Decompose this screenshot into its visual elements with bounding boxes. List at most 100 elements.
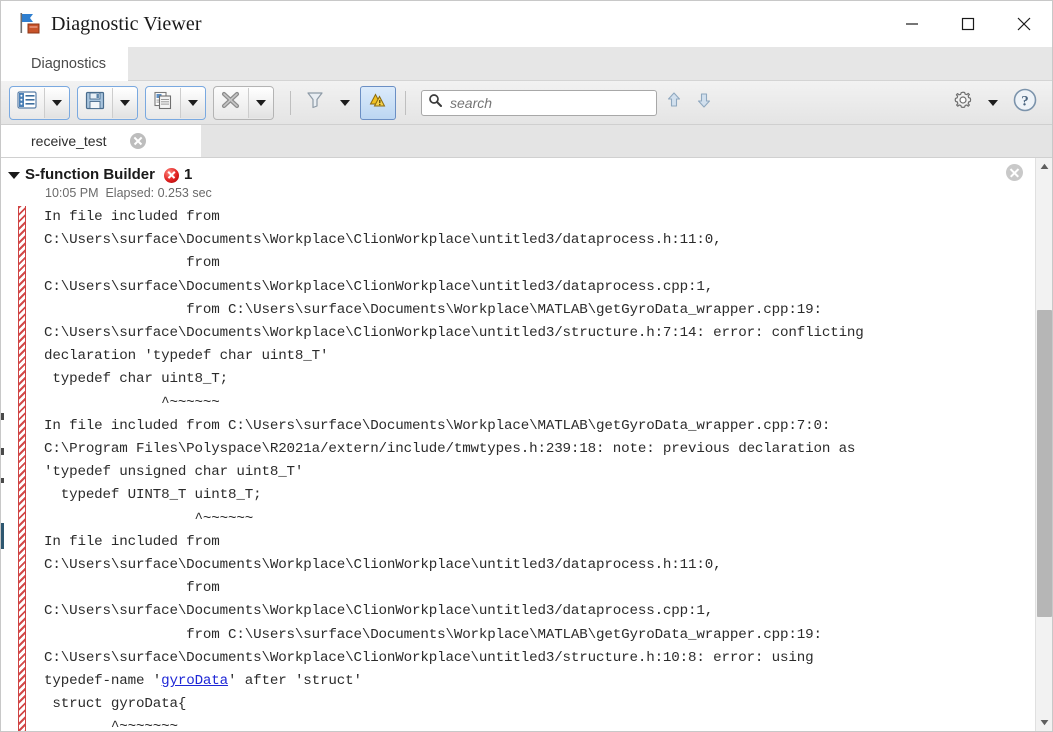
message-line: C:\Users\surface\Documents\Workplace\Cli… — [44, 325, 864, 342]
message-line: from C:\Users\surface\Documents\Workplac… — [44, 301, 822, 318]
toolbar-separator-2 — [405, 90, 406, 115]
document-tab-close-icon[interactable] — [130, 133, 147, 149]
message-line: from — [44, 580, 220, 597]
view-options-dropdown[interactable] — [44, 87, 69, 118]
message-line: ^~~~~~~ — [44, 394, 220, 411]
message-line: C:\Users\surface\Documents\Workplace\Cli… — [44, 649, 814, 666]
diagnostics-content: S-function Builder 1 10:05 PM Elapsed: 0… — [1, 158, 1052, 731]
chevron-down-icon — [120, 99, 130, 106]
message-line: ^~~~~~~ — [44, 510, 254, 527]
message-text[interactable]: In file included from C:\Users\surface\Do… — [26, 206, 1035, 731]
list-view-icon — [17, 91, 37, 114]
message-link-gyrodata[interactable]: gyroData — [161, 673, 228, 689]
message-header: S-function Builder 1 10:05 PM Elapsed: 0… — [1, 158, 1035, 202]
message-title-row: S-function Builder 1 — [25, 166, 212, 184]
message-line: 'typedef unsigned char uint8_T' — [44, 464, 304, 481]
scroll-up-arrow-icon — [1040, 163, 1049, 169]
search-input[interactable] — [448, 93, 650, 112]
message-close-icon[interactable] — [1006, 164, 1023, 181]
toolstrip-tabbar: Diagnostics — [1, 47, 1052, 81]
copy-button[interactable] — [146, 88, 180, 118]
window-controls — [884, 1, 1052, 47]
chevron-down-icon — [52, 99, 62, 106]
chevron-down-icon — [988, 99, 998, 106]
chevron-down-icon — [256, 99, 266, 106]
view-options-group — [9, 85, 70, 120]
message-line: typedef UINT8_T uint8_T; — [44, 487, 262, 504]
toolstrip-filler — [127, 47, 1052, 81]
tab-diagnostics[interactable]: Diagnostics — [1, 47, 128, 81]
maximize-button[interactable] — [940, 1, 996, 47]
message-count: 1 — [184, 166, 193, 183]
filter-dropdown[interactable] — [330, 88, 360, 118]
search-previous-button[interactable] — [661, 88, 687, 118]
filter-button[interactable] — [300, 88, 330, 118]
search-box[interactable] — [421, 89, 657, 116]
diagnostic-viewer-icon — [19, 12, 45, 36]
message-line: C:\Users\surface\Documents\Workplace\Cli… — [44, 557, 722, 574]
clear-x-icon — [220, 90, 242, 115]
document-tab-label: receive_test — [31, 133, 107, 149]
search-next-button[interactable] — [691, 88, 717, 118]
message-body: In file included from C:\Users\surface\Do… — [1, 202, 1035, 731]
message-meta: 10:05 PM Elapsed: 0.253 sec — [25, 186, 212, 200]
document-tab-receive-test[interactable]: receive_test — [1, 125, 201, 157]
window-title: Diagnostic Viewer — [51, 12, 202, 35]
message-line: C:\Users\surface\Documents\Workplace\Cli… — [44, 232, 722, 249]
vertical-scrollbar[interactable] — [1035, 158, 1052, 731]
message-list: S-function Builder 1 10:05 PM Elapsed: 0… — [1, 158, 1035, 731]
scroll-down-arrow-icon — [1040, 720, 1049, 726]
message-line: C:\Users\surface\Documents\Workplace\Cli… — [44, 603, 714, 620]
scrollbar-thumb[interactable] — [1037, 309, 1052, 617]
down-arrow-icon — [696, 91, 712, 114]
gear-icon — [952, 89, 974, 116]
settings-dropdown[interactable] — [978, 88, 1008, 118]
save-group — [77, 85, 138, 120]
scroll-up-button[interactable] — [1036, 158, 1052, 175]
document-tabbar: receive_test — [1, 125, 1052, 158]
message-line: struct gyroData{ — [44, 696, 187, 713]
chevron-down-icon — [188, 99, 198, 106]
message-line: ^~~~~~~~ — [44, 719, 178, 731]
help-button[interactable]: ? — [1008, 88, 1042, 118]
view-options-button[interactable] — [10, 88, 44, 118]
message-line: declaration 'typedef char uint8_T' — [44, 348, 329, 365]
search-icon — [428, 93, 442, 112]
title-bar: Diagnostic Viewer — [1, 1, 1052, 47]
error-stripe — [18, 206, 26, 731]
message-line: In file included from — [44, 209, 220, 225]
toolbar-right-group: ? — [948, 88, 1042, 118]
save-button[interactable] — [78, 88, 112, 118]
help-question-icon: ? — [1012, 87, 1038, 118]
warnings-toggle-button[interactable] — [360, 85, 396, 120]
message-line: In file included from C:\Users\surface\D… — [44, 417, 831, 434]
tab-diagnostics-label: Diagnostics — [31, 56, 106, 72]
settings-button[interactable] — [948, 88, 978, 118]
message-line: from C:\Users\surface\Documents\Workplac… — [44, 626, 822, 643]
message-disclosure-toggle[interactable] — [5, 166, 23, 179]
copy-pages-icon — [153, 91, 173, 115]
copy-group — [145, 85, 206, 120]
minimize-button[interactable] — [884, 1, 940, 47]
edge-marker-4 — [1, 523, 4, 549]
message-timestamp: 10:05 PM — [45, 186, 99, 200]
filter-funnel-icon — [305, 90, 325, 115]
scroll-down-button[interactable] — [1036, 714, 1052, 731]
edge-marker-2 — [1, 448, 4, 455]
diagnostic-viewer-window: Diagnostic Viewer Diagnostics search ? r… — [0, 0, 1053, 732]
message-header-texts: S-function Builder 1 10:05 PM Elapsed: 0… — [23, 166, 212, 200]
edge-marker-1 — [1, 413, 4, 420]
up-arrow-icon — [666, 91, 682, 114]
close-button[interactable] — [996, 1, 1052, 47]
message-line: from — [44, 255, 220, 272]
toolbar: ? — [1, 81, 1052, 125]
message-title: S-function Builder — [25, 166, 155, 183]
message-line: C:\Users\surface\Documents\Workplace\Cli… — [44, 278, 714, 295]
message-line: typedef-name 'gyroData' after 'struct' — [44, 673, 362, 690]
clear-button[interactable] — [214, 88, 248, 118]
message-elapsed: Elapsed: 0.253 sec — [105, 186, 212, 200]
error-badge-icon — [164, 167, 179, 183]
clear-dropdown[interactable] — [248, 87, 273, 118]
save-dropdown[interactable] — [112, 87, 137, 118]
copy-dropdown[interactable] — [180, 87, 205, 118]
